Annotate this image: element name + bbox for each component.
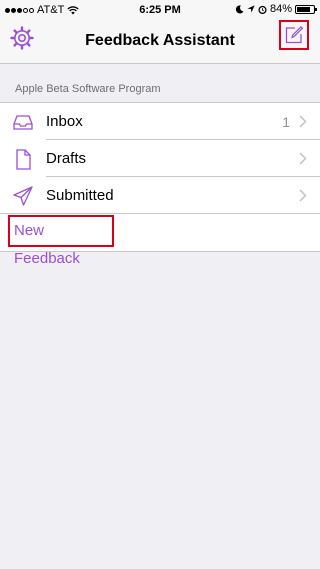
list-item-label: Inbox (46, 113, 83, 130)
paper-plane-icon (13, 186, 33, 206)
mailbox-list: Inbox 1 Drafts Submitted New Feedback (0, 102, 320, 267)
alarm-icon (258, 5, 267, 14)
page-title: Feedback Assistant (85, 32, 235, 49)
document-icon (16, 149, 31, 170)
new-feedback-row: New Feedback (0, 214, 320, 267)
new-feedback-button[interactable]: New Feedback (8, 215, 114, 267)
status-right-group: 84% (235, 3, 317, 15)
compose-icon (285, 25, 304, 44)
chevron-right-icon (299, 152, 307, 165)
list-item-drafts[interactable]: Drafts (0, 140, 320, 177)
chevron-right-icon (299, 115, 307, 128)
list-item-label: Submitted (46, 187, 114, 204)
inbox-count: 1 (282, 114, 290, 130)
location-icon (247, 5, 255, 13)
list-item-submitted[interactable]: Submitted (0, 177, 320, 214)
battery-percent: 84% (269, 3, 292, 15)
section-header: Apple Beta Software Program (15, 83, 161, 95)
moon-icon (235, 4, 244, 13)
chevron-right-icon (299, 189, 307, 202)
list-item-label: Drafts (46, 150, 87, 167)
status-bar: AT&T 6:25 PM 84% (0, 0, 320, 20)
compose-button[interactable] (279, 20, 309, 50)
inbox-tray-icon (13, 115, 33, 130)
nav-bar: Feedback Assistant (0, 20, 320, 64)
list-item-inbox[interactable]: Inbox 1 (0, 103, 320, 140)
battery-icon (295, 4, 317, 14)
